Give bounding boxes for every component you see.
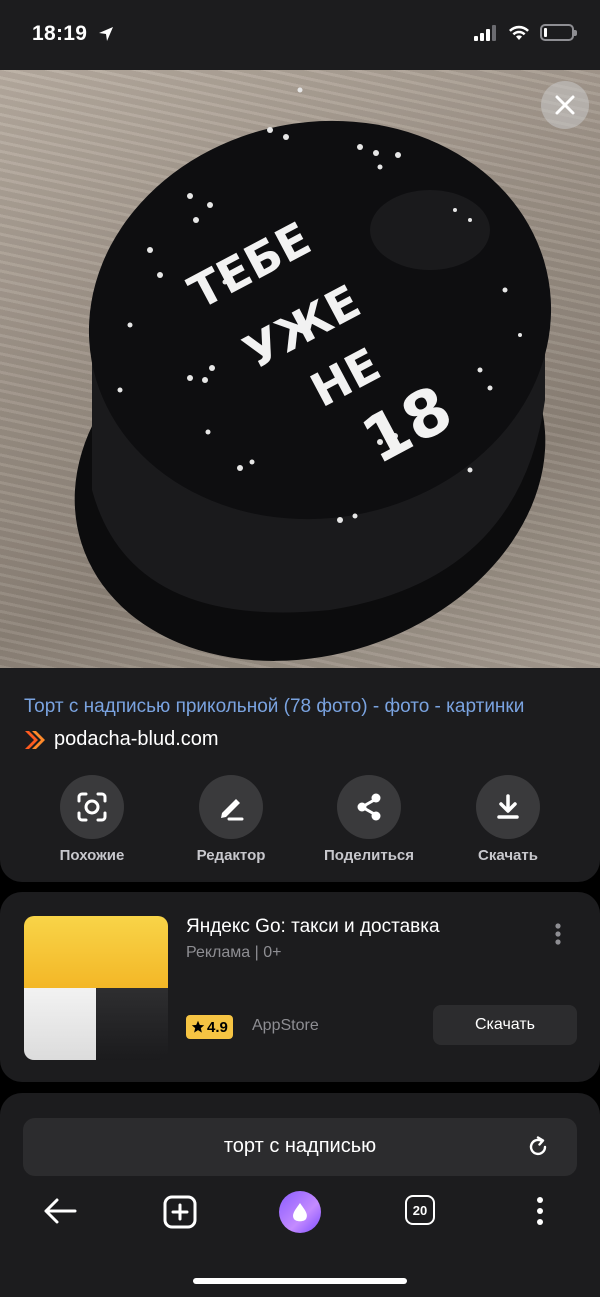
tabs-count-button[interactable]: 20	[405, 1195, 435, 1225]
alice-assistant-button[interactable]	[279, 1191, 321, 1233]
pencil-icon	[221, 799, 244, 821]
menu-icon[interactable]	[530, 1194, 550, 1228]
status-bar: 18:19	[0, 0, 600, 70]
more-vertical-icon[interactable]	[548, 920, 568, 950]
search-bar[interactable]: торт с надписью	[23, 1118, 577, 1176]
share-label: Поделиться	[323, 847, 415, 864]
battery-icon	[540, 24, 577, 41]
source-domain: podacha-blud.com	[54, 728, 219, 750]
back-arrow-icon[interactable]	[42, 1196, 78, 1226]
cake-image: ТЕБЕ УЖЕ НЕ 18	[74, 87, 552, 661]
source-logo-icon	[25, 730, 45, 749]
result-title-link[interactable]: Торт с надписью прикольной (78 фото) - ф…	[24, 696, 580, 718]
close-icon	[555, 95, 575, 115]
lens-icon	[77, 792, 107, 822]
ad-download-button[interactable]: Скачать	[433, 1005, 577, 1045]
share-icon	[357, 793, 381, 821]
refresh-icon[interactable]	[527, 1136, 549, 1158]
editor-label: Редактор	[196, 847, 266, 864]
ad-subtitle: Реклама | 0+	[186, 944, 282, 961]
bottom-navigation: 20	[0, 1180, 600, 1242]
star-icon	[191, 1020, 205, 1033]
download-button[interactable]: Скачать	[438, 775, 578, 864]
ad-app-icon	[24, 916, 168, 1060]
rating-value: 4.9	[207, 1018, 228, 1036]
wifi-icon	[509, 25, 529, 40]
home-indicator	[193, 1278, 407, 1284]
download-icon	[497, 794, 519, 819]
alice-icon	[293, 1203, 307, 1222]
signal-icon	[474, 24, 496, 41]
similar-button[interactable]: Похожие	[22, 775, 162, 864]
new-tab-icon[interactable]	[162, 1194, 198, 1230]
similar-label: Похожие	[59, 847, 125, 864]
location-arrow-icon	[99, 27, 113, 41]
search-query[interactable]: торт с надписью	[23, 1135, 577, 1158]
rating-badge: 4.9	[186, 1015, 233, 1039]
source-row[interactable]: podacha-blud.com	[24, 728, 219, 751]
ad-title[interactable]: Яндекс Go: такси и доставка	[186, 916, 440, 938]
result-photo[interactable]: ТЕБЕ УЖЕ НЕ 18	[0, 70, 600, 668]
editor-button[interactable]: Редактор	[161, 775, 301, 864]
store-name: AppStore	[252, 1017, 319, 1034]
close-button[interactable]	[541, 81, 589, 129]
status-time: 18:19	[32, 22, 88, 45]
download-label: Скачать	[478, 847, 538, 864]
share-button[interactable]: Поделиться	[299, 775, 439, 864]
